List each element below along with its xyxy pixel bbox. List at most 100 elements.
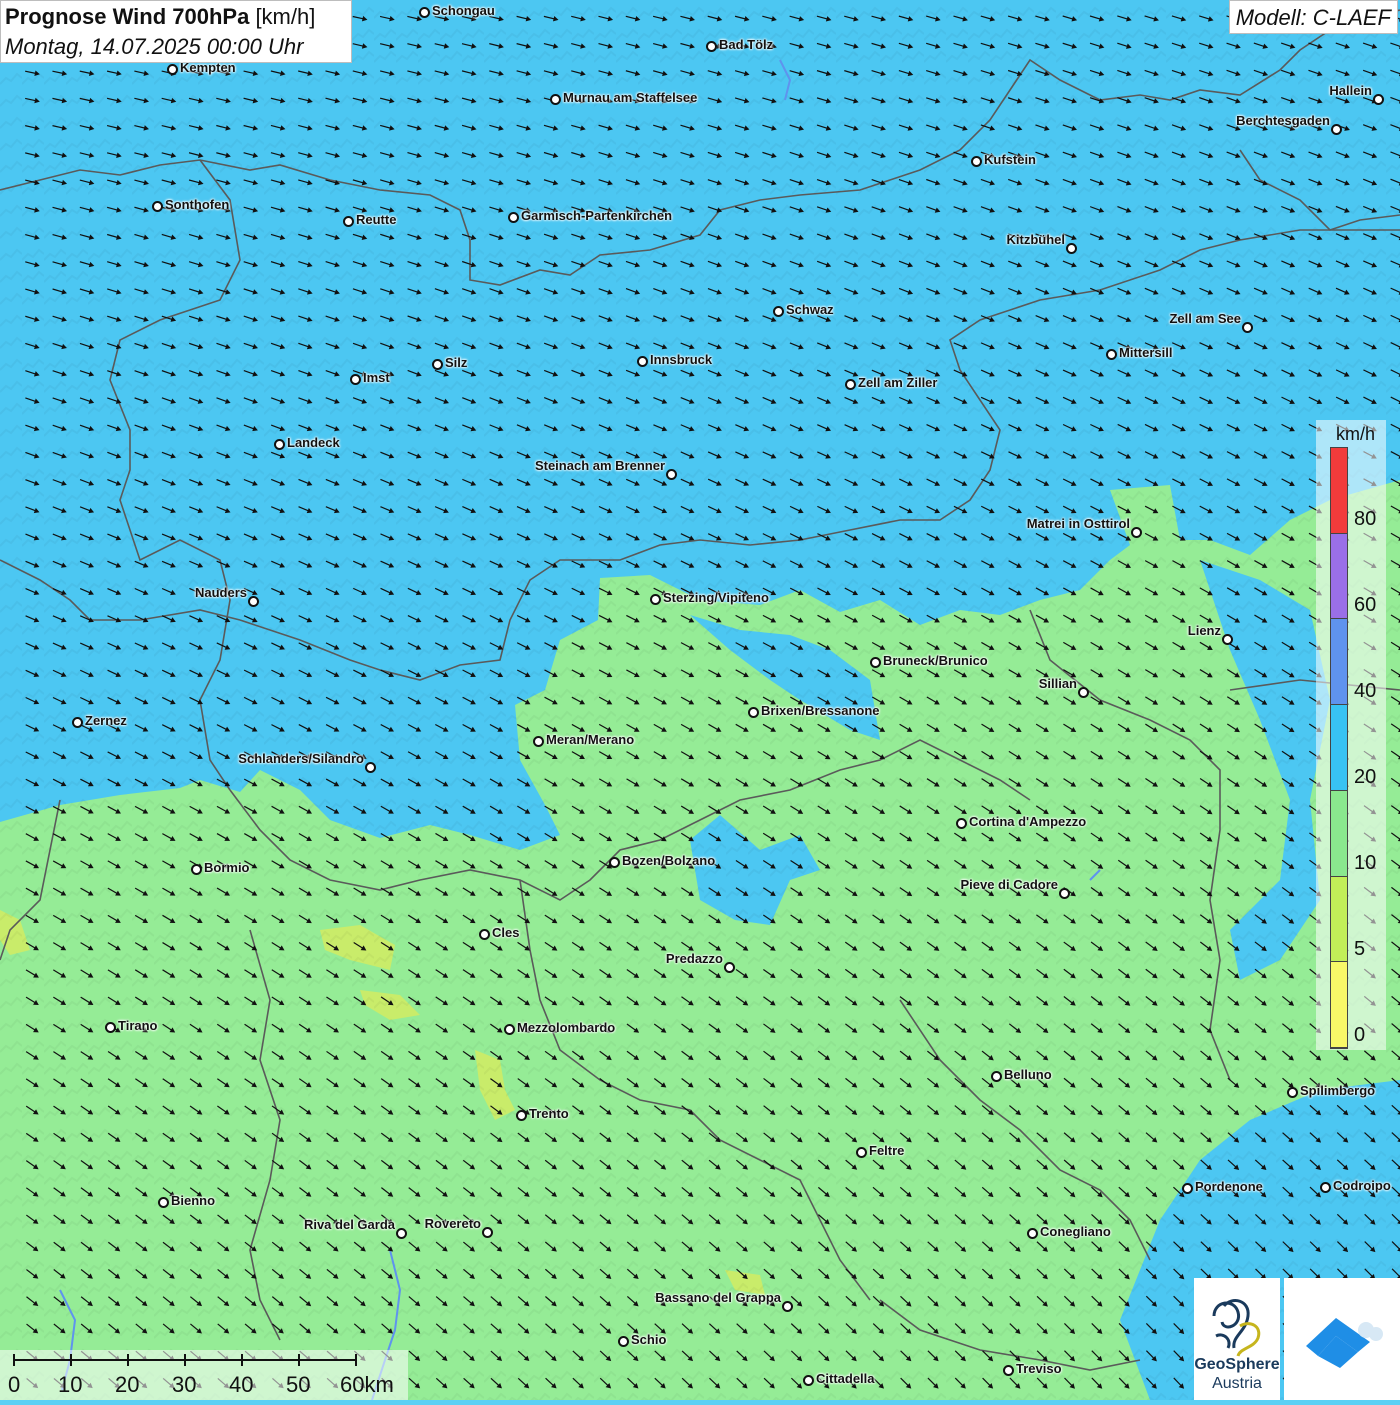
city-marker-cittadella <box>803 1375 814 1386</box>
city-label-landeck: Landeck <box>287 435 340 450</box>
city-marker-mittersill <box>1106 349 1117 360</box>
scale-label-30: 30 <box>172 1372 197 1397</box>
legend-tick-0: 0 <box>1354 1024 1366 1046</box>
city-label-nauders: Nauders <box>194 585 247 600</box>
city-marker-spilimbergo <box>1287 1087 1298 1098</box>
city-marker-innsbruck <box>637 356 648 367</box>
city-label-meran-merano: Meran/Merano <box>546 732 635 747</box>
city-marker-trento <box>516 1110 527 1121</box>
legend-tick-20: 20 <box>1354 766 1377 788</box>
legend-segment-2 <box>1331 619 1347 706</box>
city-marker-sillian <box>1078 687 1089 698</box>
city-marker-conegliano <box>1027 1228 1038 1239</box>
city-marker-zell-am-ziller <box>845 379 856 390</box>
city-label-spilimbergo: Spilimbergo <box>1300 1083 1376 1098</box>
city-label-zell-am-see: Zell am See <box>1169 311 1241 326</box>
city-marker-berchtesgaden <box>1331 124 1342 135</box>
geosphere-logo[interactable]: GeoSphere Austria <box>1194 1278 1280 1400</box>
city-marker-schlanders-silandro <box>365 762 376 773</box>
city-label-schlanders-silandro: Schlanders/Silandro <box>238 751 364 766</box>
legend-segment-0 <box>1331 448 1347 534</box>
city-label-silz: Silz <box>445 355 468 370</box>
legend-unit: km/h <box>1336 424 1376 444</box>
city-label-schwaz: Schwaz <box>786 302 834 317</box>
city-label-bruneck-brunico: Bruneck/Brunico <box>883 653 988 668</box>
legend-tick-5: 5 <box>1354 938 1366 960</box>
city-marker-zernez <box>72 717 83 728</box>
city-marker-sonthofen <box>152 201 163 212</box>
city-label-conegliano: Conegliano <box>1040 1224 1111 1239</box>
legend-segment-3 <box>1331 705 1347 791</box>
city-label-mittersill: Mittersill <box>1119 345 1173 360</box>
forecast-date: Montag, 14.07.2025 00:00 Uhr <box>5 34 304 59</box>
city-marker-nauders <box>248 596 259 607</box>
city-marker-kufstein <box>971 156 982 167</box>
legend-tick-80: 80 <box>1354 508 1377 530</box>
city-marker-kitzb-hel <box>1066 243 1077 254</box>
city-label-pieve-di-cadore: Pieve di Cadore <box>960 877 1058 892</box>
city-label-lienz: Lienz <box>1187 623 1221 638</box>
city-label-cittadella: Cittadella <box>816 1371 875 1386</box>
city-label-belluno: Belluno <box>1004 1067 1052 1082</box>
city-label-zell-am-ziller: Zell am Ziller <box>858 375 938 390</box>
city-marker-zell-am-see <box>1242 322 1253 333</box>
scale-label-0: 0 <box>8 1372 21 1397</box>
city-marker-schongau <box>419 7 430 18</box>
city-label-zernez: Zernez <box>85 713 127 728</box>
city-label-feltre: Feltre <box>869 1143 905 1158</box>
city-label-pordenone: Pordenone <box>1195 1179 1263 1194</box>
legend-tick-40: 40 <box>1354 680 1377 702</box>
color-legend: km/h 80 60 40 20 10 5 0 <box>1316 420 1386 1050</box>
city-marker-silz <box>432 359 443 370</box>
city-label-sterzing-vipiteno: Sterzing/Vipiteno <box>663 590 769 605</box>
city-label-bozen-bolzano: Bozen/Bolzano <box>622 853 716 868</box>
city-label-brixen-bressanone: Brixen/Bressanone <box>761 703 880 718</box>
city-marker-bruneck-brunico <box>870 657 881 668</box>
city-marker-bad-t-lz <box>706 41 717 52</box>
city-marker-lienz <box>1222 634 1233 645</box>
scale-label-60: 60km <box>340 1372 394 1397</box>
scale-label-50: 50 <box>286 1372 311 1397</box>
city-label-cles: Cles <box>492 925 520 940</box>
city-label-kempten: Kempten <box>180 60 236 75</box>
city-marker-bormio <box>191 864 202 875</box>
city-marker-bozen-bolzano <box>609 857 620 868</box>
city-marker-sterzing-vipiteno <box>650 594 661 605</box>
city-label-bienno: Bienno <box>171 1193 216 1208</box>
city-marker-codroipo <box>1320 1182 1331 1193</box>
city-marker-brixen-bressanone <box>748 707 759 718</box>
city-marker-schwaz <box>773 306 784 317</box>
city-marker-reutte <box>343 216 354 227</box>
city-label-predazzo: Predazzo <box>665 951 723 966</box>
city-label-cortina-d-ampezzo: Cortina d'Ampezzo <box>969 814 1087 829</box>
city-marker-imst <box>350 374 361 385</box>
city-label-mezzolombardo: Mezzolombardo <box>517 1020 616 1035</box>
city-marker-belluno <box>991 1071 1002 1082</box>
cloud-arrow-icon <box>1306 1318 1383 1368</box>
city-label-bassano-del-grappa: Bassano del Grappa <box>655 1290 781 1305</box>
city-marker-matrei-in-osttirol <box>1131 527 1142 538</box>
city-marker-bassano-del-grappa <box>782 1301 793 1312</box>
city-label-imst: Imst <box>363 370 390 385</box>
city-marker-cles <box>479 929 490 940</box>
city-label-garmisch-partenkirchen: Garmisch-Partenkirchen <box>521 208 673 223</box>
map-title: Prognose Wind 700hPa [km/h] <box>5 4 316 29</box>
city-marker-kempten <box>167 64 178 75</box>
city-label-trento: Trento <box>529 1106 569 1121</box>
city-label-sonthofen: Sonthofen <box>165 197 230 212</box>
legend-segment-1 <box>1331 533 1347 620</box>
title-unit: [km/h] <box>255 4 316 29</box>
geosphere-country: Austria <box>1212 1375 1262 1392</box>
legend-segment-6 <box>1331 962 1347 1048</box>
city-label-rovereto: Rovereto <box>424 1216 481 1231</box>
geosphere-name: GeoSphere <box>1194 1356 1280 1373</box>
city-marker-landeck <box>274 439 285 450</box>
city-marker-feltre <box>856 1147 867 1158</box>
city-label-bad-t-lz: Bad Tölz <box>719 37 774 52</box>
city-label-reutte: Reutte <box>356 212 397 227</box>
legend-segment-4 <box>1331 790 1347 877</box>
city-label-tirano: Tirano <box>118 1018 158 1033</box>
city-marker-schio <box>618 1336 629 1347</box>
legend-segment-5 <box>1331 876 1347 963</box>
app-logo[interactable] <box>1284 1278 1400 1400</box>
